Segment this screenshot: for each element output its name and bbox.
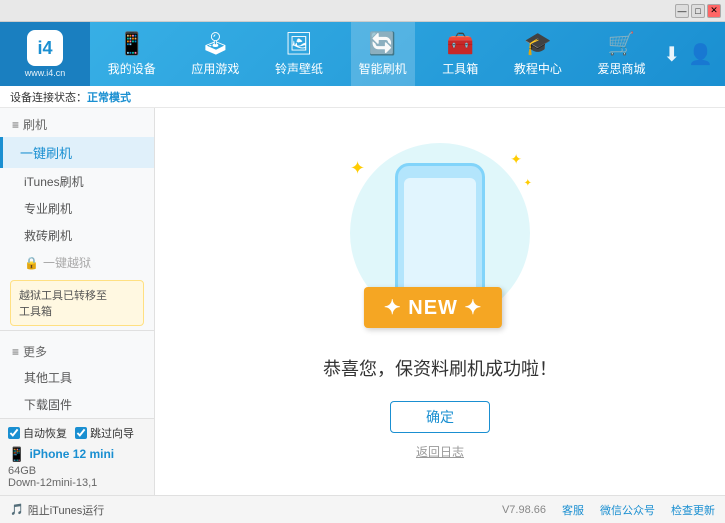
logo-icon: i4 xyxy=(27,30,63,66)
device-icon: 📱 xyxy=(8,446,25,463)
header: i4 www.i4.cn 📱 我的设备 🕹 应用游戏 🖼 铃声壁纸 🔄 智能刷机… xyxy=(0,22,725,86)
wallpaper-icon: 🖼 xyxy=(285,31,313,57)
content-area: ✦ ✦ ✦ ✦ NEW ✦ 恭喜您，保资料刷机成功啦！ 确定 返回日志 xyxy=(155,108,725,495)
sidebar-divider xyxy=(0,330,154,331)
right-panel: ✦ ✦ ✦ ✦ NEW ✦ 恭喜您，保资料刷机成功啦！ 确定 返回日志 xyxy=(155,108,725,495)
itunes-icon: 🎵 xyxy=(10,503,24,516)
sidebar-item-other-tools[interactable]: 其他工具 xyxy=(0,364,154,391)
auto-restore-label: 自动恢复 xyxy=(23,425,67,441)
device-model: Down-12mini-13,1 xyxy=(8,477,146,489)
more-section-label: 更多 xyxy=(23,343,47,360)
status-left: 🎵 阻止iTunes运行 xyxy=(10,502,104,518)
new-banner: ✦ NEW ✦ xyxy=(364,287,502,328)
nav-wallpaper[interactable]: 🖼 铃声壁纸 xyxy=(267,22,331,86)
device-storage: 64GB xyxy=(8,465,146,477)
close-button[interactable]: ✕ xyxy=(707,4,721,18)
auto-restore-checkbox[interactable]: 自动恢复 xyxy=(8,425,67,441)
sidebar-item-one-key-flash[interactable]: 一键刷机 xyxy=(0,137,154,168)
left-panel: ≡ 刷机 一键刷机 iTunes刷机 专业刷机 救砖刷机 🔒 一键越狱 越狱工具… xyxy=(0,108,155,495)
sidebar-item-itunes-flash[interactable]: iTunes刷机 xyxy=(0,168,154,195)
connection-label: 设备连接状态： xyxy=(10,89,87,105)
account-button[interactable]: 👤 xyxy=(688,42,713,67)
sidebar-section-flash: ≡ 刷机 xyxy=(0,108,154,137)
title-bar: — □ ✕ xyxy=(0,0,725,22)
toolbox-icon: 🧰 xyxy=(447,31,474,57)
nav-items: 📱 我的设备 🕹 应用游戏 🖼 铃声壁纸 🔄 智能刷机 🧰 工具箱 🎓 教程中心… xyxy=(90,22,663,86)
store-label: 爱思商城 xyxy=(597,60,645,77)
support-link[interactable]: 客服 xyxy=(562,502,584,518)
my-device-label: 我的设备 xyxy=(108,60,156,77)
sparkle-top-right: ✦ xyxy=(524,178,532,189)
tutorial-icon: 🎓 xyxy=(524,31,551,57)
toolbox-label: 工具箱 xyxy=(442,60,478,77)
nav-store[interactable]: 🛒 爱思商城 xyxy=(589,22,653,86)
connection-bar: 设备连接状态： 正常模式 xyxy=(0,86,725,108)
sidebar-section-more: ≡ 更多 xyxy=(0,335,154,364)
sidebar-item-fix-flash[interactable]: 救砖刷机 xyxy=(0,222,154,249)
nav-right-controls: ⬇ 👤 xyxy=(663,42,725,67)
itunes-status: 阻止iTunes运行 xyxy=(28,502,105,518)
store-icon: 🛒 xyxy=(608,31,635,57)
sidebar-item-jailbreak: 🔒 一键越狱 xyxy=(0,249,154,276)
wechat-link[interactable]: 微信公众号 xyxy=(600,502,655,518)
window-controls: — □ ✕ xyxy=(675,4,721,18)
download-button[interactable]: ⬇ xyxy=(663,42,680,67)
connection-status: 正常模式 xyxy=(87,89,131,105)
nav-smart-flash[interactable]: 🔄 智能刷机 xyxy=(351,22,415,86)
maximize-button[interactable]: □ xyxy=(691,4,705,18)
logo-text: www.i4.cn xyxy=(25,68,66,78)
sparkle-left: ✦ xyxy=(350,158,365,179)
lock-icon: 🔒 xyxy=(24,256,39,270)
apps-label: 应用游戏 xyxy=(191,60,239,77)
version-text: V7.98.66 xyxy=(502,504,546,516)
return-link[interactable]: 返回日志 xyxy=(416,443,464,460)
device-panel: 自动恢复 跳过向导 📱 iPhone 12 mini 64GB Down-12m… xyxy=(0,418,154,495)
skip-wizard-input[interactable] xyxy=(75,427,87,439)
section-icon: ≡ xyxy=(12,118,19,132)
wallpaper-label: 铃声壁纸 xyxy=(275,60,323,77)
success-illustration: ✦ ✦ ✦ ✦ NEW ✦ xyxy=(340,143,540,343)
more-section-icon: ≡ xyxy=(12,345,19,359)
status-bar: 🎵 阻止iTunes运行 V7.98.66 客服 微信公众号 检查更新 xyxy=(0,495,725,523)
tutorial-label: 教程中心 xyxy=(514,60,562,77)
skip-wizard-checkbox[interactable]: 跳过向导 xyxy=(75,425,134,441)
success-message: 恭喜您，保资料刷机成功啦！ xyxy=(323,355,557,381)
apps-icon: 🕹 xyxy=(201,31,229,57)
nav-my-device[interactable]: 📱 我的设备 xyxy=(100,22,164,86)
my-device-icon: 📱 xyxy=(118,31,145,57)
logo: i4 www.i4.cn xyxy=(0,22,90,86)
checkboxes: 自动恢复 跳过向导 xyxy=(8,425,146,441)
sidebar: ≡ 刷机 一键刷机 iTunes刷机 专业刷机 救砖刷机 🔒 一键越狱 越狱工具… xyxy=(0,108,155,418)
confirm-button[interactable]: 确定 xyxy=(390,401,490,433)
nav-tutorial[interactable]: 🎓 教程中心 xyxy=(506,22,570,86)
minimize-button[interactable]: — xyxy=(675,4,689,18)
nav-apps[interactable]: 🕹 应用游戏 xyxy=(183,22,247,86)
phone-screen xyxy=(404,178,476,293)
jailbreak-label: 一键越狱 xyxy=(43,254,91,271)
sidebar-notice: 越狱工具已转移至 工具箱 xyxy=(10,280,144,326)
sidebar-item-download-fw[interactable]: 下载固件 xyxy=(0,391,154,418)
skip-wizard-label: 跳过向导 xyxy=(90,425,134,441)
auto-restore-input[interactable] xyxy=(8,427,20,439)
section-label: 刷机 xyxy=(23,116,47,133)
nav-toolbox[interactable]: 🧰 工具箱 xyxy=(434,22,486,86)
sidebar-item-pro-flash[interactable]: 专业刷机 xyxy=(0,195,154,222)
sparkle-right: ✦ xyxy=(510,151,522,168)
smart-flash-icon: 🔄 xyxy=(369,31,396,57)
update-link[interactable]: 检查更新 xyxy=(671,502,715,518)
smart-flash-label: 智能刷机 xyxy=(359,60,407,77)
status-right: V7.98.66 客服 微信公众号 检查更新 xyxy=(502,502,715,518)
device-name: iPhone 12 mini xyxy=(29,447,114,461)
